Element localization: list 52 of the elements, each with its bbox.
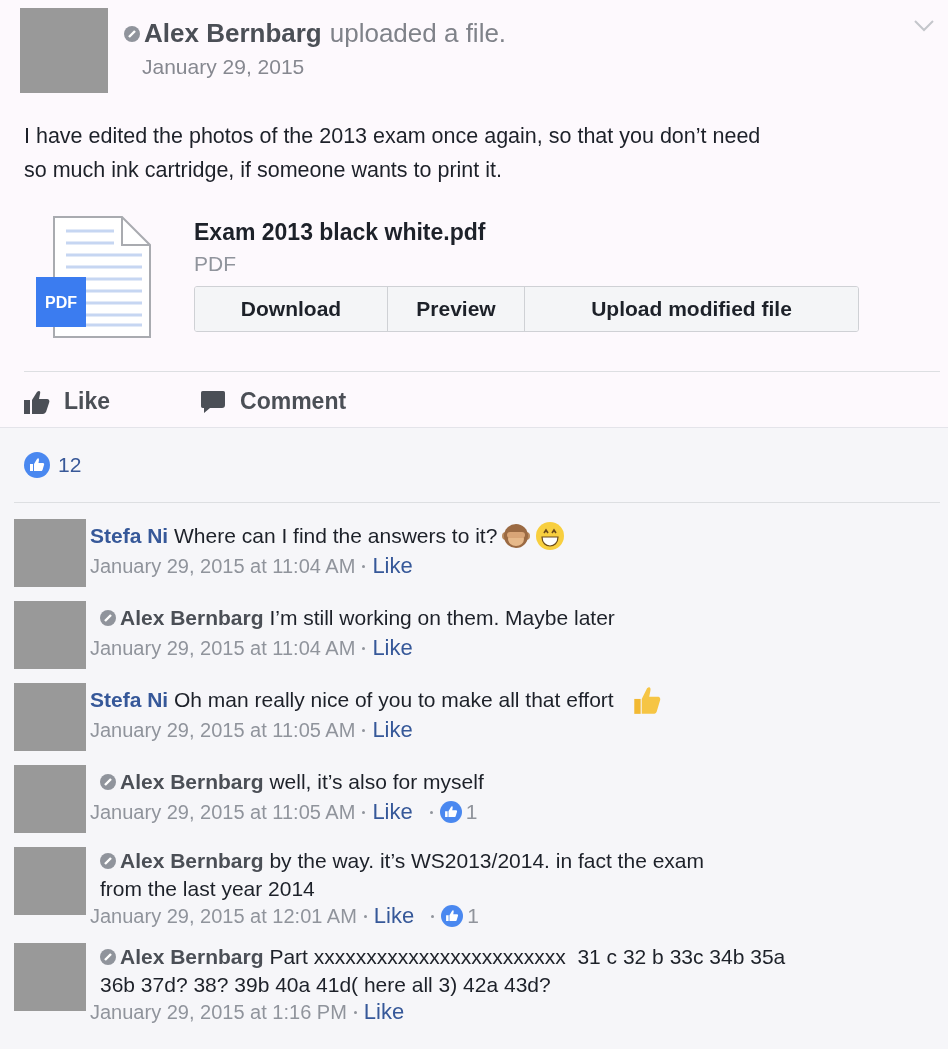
chevron-down-icon[interactable] [914, 20, 934, 32]
avatar[interactable] [20, 8, 108, 93]
comment-icon [200, 389, 227, 414]
separator-dot [362, 564, 366, 568]
separator-dot [429, 810, 433, 814]
like-icon [439, 801, 462, 823]
file-type: PDF [194, 252, 236, 276]
pencil-icon [100, 949, 116, 965]
like-link[interactable]: Like [373, 903, 415, 929]
file-action-button[interactable]: Upload modified file [524, 287, 858, 331]
avatar[interactable] [14, 847, 86, 915]
pencil-icon [100, 774, 116, 790]
pencil-icon [124, 25, 140, 42]
comment-text: Alex Bernbarg by the way. it’s WS2013/2014. in fact the exam from the last year 2014 [100, 848, 704, 902]
like-link[interactable]: Like [372, 635, 413, 661]
post-action-button[interactable]: Comment [200, 388, 347, 415]
avatar[interactable] [14, 601, 86, 669]
avatar[interactable] [14, 683, 86, 751]
separator-dot [362, 728, 366, 732]
post-text: I have edited the photos of the 2013 exam once again, so that you don’t need so much ink cartridge, if someone wants to print it. [24, 123, 762, 184]
like-icon [441, 905, 464, 927]
like-link[interactable]: Like [372, 799, 413, 825]
thumbs-up-icon [24, 389, 50, 414]
like-link[interactable]: Like [363, 999, 405, 1025]
separator-dot [363, 914, 367, 918]
avatar[interactable] [14, 519, 86, 587]
comment-text: Stefa Ni Where can I find the answers to it? [90, 523, 498, 549]
avatar[interactable] [14, 943, 86, 1011]
file-action-button[interactable]: Download [195, 287, 387, 331]
like-count[interactable]: 12 [58, 453, 82, 477]
like-link[interactable]: Like [372, 717, 413, 743]
like-icon [24, 452, 50, 478]
comment-text: Alex Bernbarg Part xxxxxxxxxxxxxxxxxxxxxxxx 31 c 32 b 33c 34b 35a 36b 37d? 38? 39b 40a 41d( here all 3) 42a 43d? [100, 944, 786, 998]
comment-text: Alex Bernbarg well, it’s also for myself [100, 768, 484, 796]
comment-text: Alex Bernbarg I’m still working on them. Maybe later [100, 604, 615, 632]
separator-dot [362, 646, 366, 650]
file-action-button[interactable]: Preview [387, 287, 524, 331]
avatar[interactable] [14, 765, 86, 833]
post-action: uploaded a file. [329, 18, 507, 49]
separator-dot [362, 810, 366, 814]
pencil-icon [100, 853, 116, 869]
separator-dot [431, 914, 435, 918]
file-name[interactable]: Exam 2013 black white.pdf [194, 219, 486, 246]
grinning-face-icon [535, 521, 566, 551]
like-link[interactable]: Like [372, 553, 413, 579]
post-date[interactable]: January 29, 2015 [142, 55, 914, 79]
pencil-icon [100, 610, 116, 626]
author-name[interactable]: Alex Bernbarg [144, 18, 322, 49]
monkey-emoji-icon [501, 521, 532, 551]
comment-text: Stefa Ni Oh man really nice of you to make all that effort [90, 687, 614, 713]
separator-dot [353, 1010, 357, 1014]
post-action-button[interactable]: Like [24, 388, 111, 415]
